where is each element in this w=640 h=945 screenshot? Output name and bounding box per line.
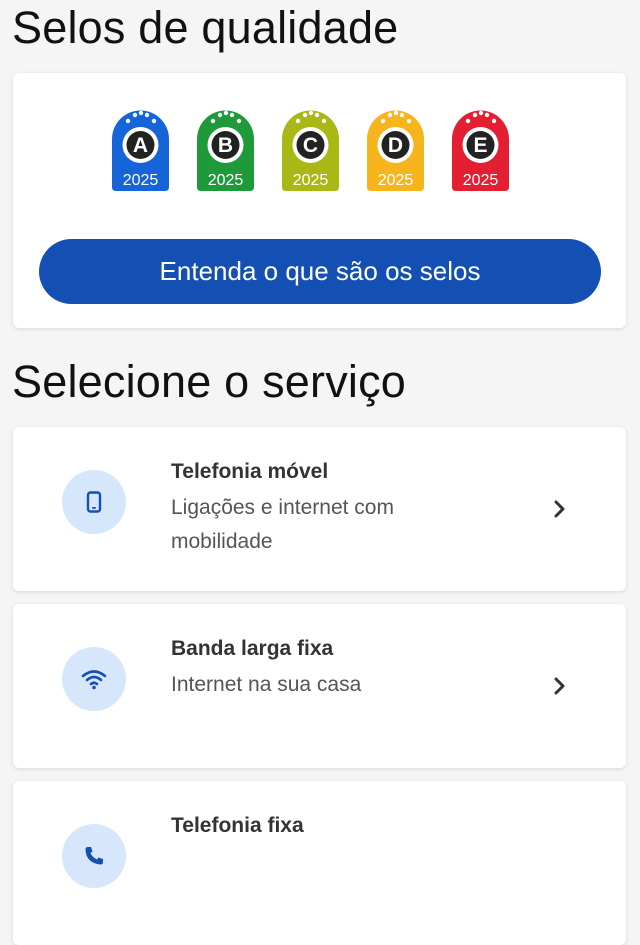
seal-d[interactable]: D 2025 [363,107,428,193]
understand-seals-button[interactable]: Entenda o que são os selos [39,239,601,304]
seal-a-year: 2025 [123,172,159,189]
wifi-icon [62,647,126,711]
service-card-fixed-phone[interactable]: Telefonia fixa [13,781,626,945]
seal-b-badge: B 2025 [197,110,254,191]
service-description: Ligações e internet com mobilidade [171,496,394,553]
seal-c-year: 2025 [293,172,329,189]
smartphone-icon [62,470,126,534]
chevron-right-icon [554,677,565,695]
services-section-title: Selecione o serviço [12,356,407,407]
seal-b-year: 2025 [208,172,244,189]
service-title: Banda larga fixa [171,637,334,660]
service-title: Telefonia móvel [171,460,329,483]
seal-a[interactable]: A 2025 [108,107,173,193]
seal-b[interactable]: B 2025 [193,107,258,193]
service-description: Internet na sua casa [171,673,362,696]
seal-e-badge: E 2025 [452,110,509,191]
chevron-right-icon [554,500,565,518]
seal-e-letter: E [473,134,487,157]
service-card-mobile[interactable]: Telefonia móvel Ligações e internet com … [13,427,626,591]
seal-d-badge: D 2025 [367,110,424,191]
seals-section-title: Selos de qualidade [12,2,399,53]
seal-c-letter: C [303,134,318,157]
seal-c[interactable]: C 2025 [278,107,343,193]
seal-b-letter: B [218,134,233,157]
seal-d-letter: D [388,134,403,157]
seals-row: A 2025 B 2025 C 2025 D 2025 E 2025 [108,107,513,193]
seal-a-badge: A 2025 [112,110,169,191]
phone-icon [62,824,126,888]
seal-a-letter: A [133,134,148,157]
seal-d-year: 2025 [378,172,414,189]
seal-c-badge: C 2025 [282,110,339,191]
service-card-broadband[interactable]: Banda larga fixa Internet na sua casa [13,604,626,768]
seal-e-year: 2025 [463,172,499,189]
seals-card: A 2025 B 2025 C 2025 D 2025 E 2025 Enten… [13,73,626,328]
service-title: Telefonia fixa [171,814,304,837]
seal-e[interactable]: E 2025 [448,107,513,193]
